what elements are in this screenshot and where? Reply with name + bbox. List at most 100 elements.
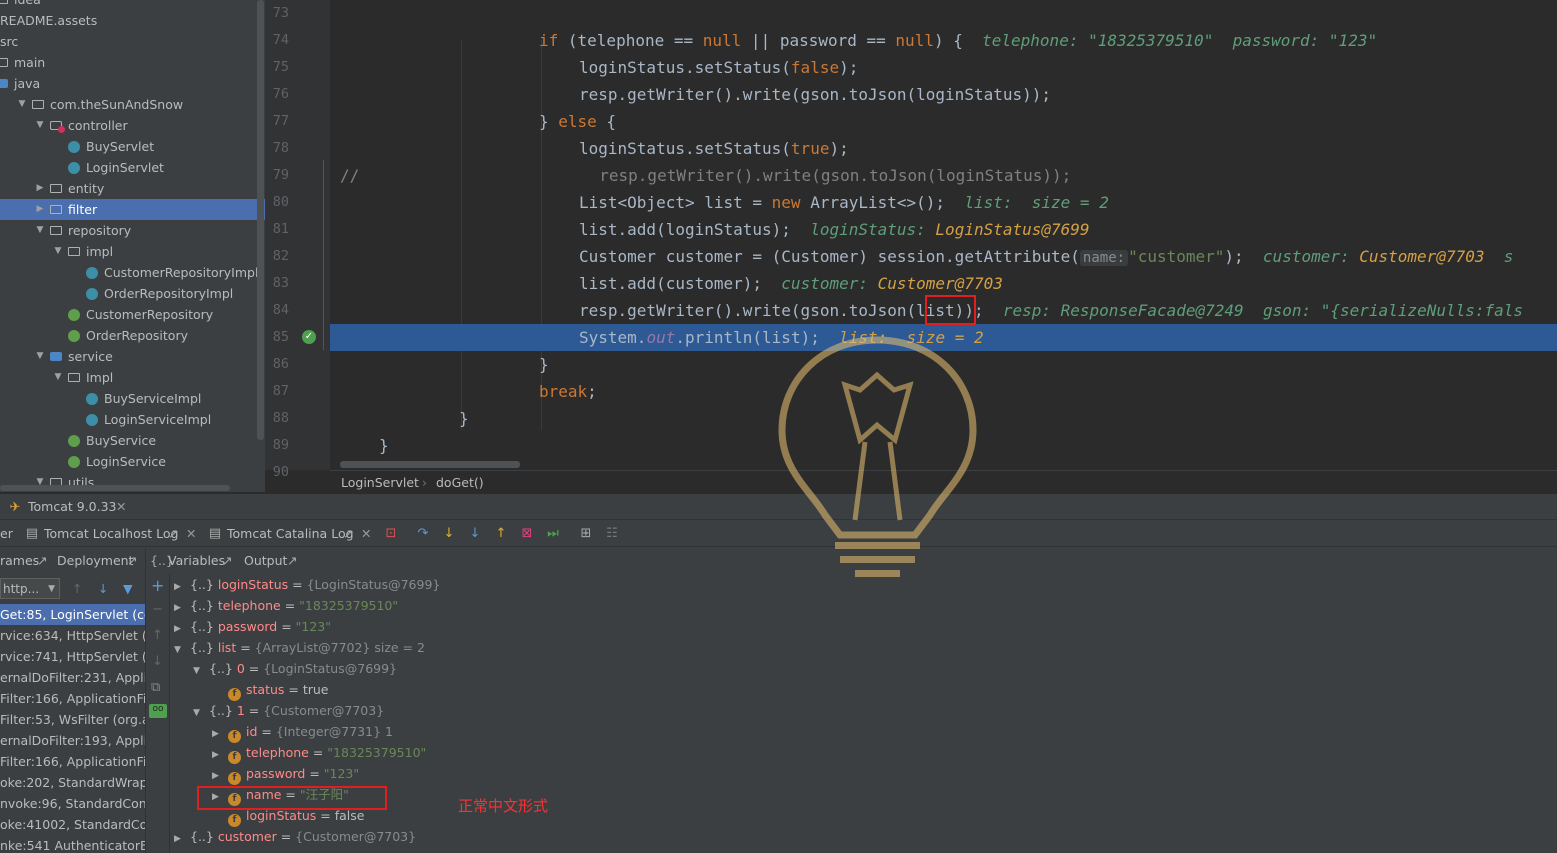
pin-icon[interactable]: ↗ xyxy=(127,548,137,574)
tree-item[interactable]: ▼ controller xyxy=(0,115,265,136)
close-tab-icon[interactable]: ✕ xyxy=(361,520,371,547)
tree-item[interactable]: LoginServlet xyxy=(0,157,265,178)
code-line-80[interactable]: List<Object> list = new ArrayList<>(); l… xyxy=(330,189,1557,216)
step-over-icon[interactable]: ↷ xyxy=(416,527,430,541)
chevron-down-icon[interactable]: ▼ xyxy=(53,367,63,388)
thread-select[interactable]: http... ▼ xyxy=(0,578,60,599)
up-arrow-icon[interactable]: ↑ xyxy=(72,576,82,602)
line-number[interactable]: 73 xyxy=(265,0,289,27)
editor-horizontal-scrollbar[interactable] xyxy=(340,461,520,468)
code-line-78[interactable]: loginStatus.setStatus(true); xyxy=(330,135,1557,162)
run-to-cursor-icon[interactable]: ⏭ xyxy=(546,527,560,541)
variable-row[interactable]: f status = true xyxy=(212,679,329,701)
variable-row[interactable]: ▼ {..} 1 = {Customer@7703} xyxy=(193,700,384,721)
tree-horizontal-scrollbar[interactable] xyxy=(0,485,230,491)
pin-tab-icon[interactable]: ↗ xyxy=(168,520,178,547)
drop-frame-icon[interactable]: ⊠ xyxy=(520,527,534,541)
pin-icon[interactable]: ↗ xyxy=(287,548,297,574)
show-execution-point-icon[interactable]: ⊡ xyxy=(384,527,398,541)
stack-frame[interactable]: Filter:166, ApplicationFilte xyxy=(0,688,145,709)
line-number[interactable]: 90 xyxy=(265,459,289,486)
variable-row[interactable]: ▶ f id = {Integer@7731} 1 xyxy=(212,721,393,743)
breakpoint-check-icon[interactable]: ✓ xyxy=(302,330,316,344)
code-line-75[interactable]: loginStatus.setStatus(false); xyxy=(330,54,1557,81)
chevron-down-icon[interactable]: ▼ xyxy=(174,640,190,661)
variable-row[interactable]: ▶ {..} customer = {Customer@7703} xyxy=(174,826,416,847)
line-number[interactable]: 86 xyxy=(265,351,289,378)
tab-catalina-log[interactable]: Tomcat Catalina Log xyxy=(227,520,354,547)
breadcrumb-class[interactable]: LoginServlet xyxy=(341,471,419,495)
variable-row[interactable]: ▼ {..} list = {ArrayList@7702} size = 2 xyxy=(174,637,425,658)
close-tab-icon[interactable]: ✕ xyxy=(186,520,196,547)
pin-icon[interactable]: ↗ xyxy=(222,548,232,574)
down-icon[interactable]: ↓ xyxy=(152,654,163,669)
code-line-74[interactable]: if (telephone == null || password == nul… xyxy=(330,27,1557,54)
close-session-icon[interactable]: ✕ xyxy=(116,494,126,520)
tree-item[interactable]: LoginServiceImpl xyxy=(0,409,265,430)
line-number[interactable]: 80 xyxy=(265,189,289,216)
chevron-down-icon[interactable]: ▼ xyxy=(193,661,209,682)
tree-item[interactable]: BuyService xyxy=(0,430,265,451)
tree-item[interactable]: README.assets xyxy=(0,10,265,31)
trace-icon[interactable]: ☷ xyxy=(605,527,619,541)
code-line-81[interactable]: list.add(loginStatus); loginStatus: Logi… xyxy=(330,216,1557,243)
tree-item[interactable]: OrderRepository xyxy=(0,325,265,346)
stack-frame[interactable]: ernalDoFilter:231, Applica xyxy=(0,667,145,688)
code-line-76[interactable]: resp.getWriter().write(gson.toJson(login… xyxy=(330,81,1557,108)
line-number[interactable]: 77 xyxy=(265,108,289,135)
line-number[interactable]: 82 xyxy=(265,243,289,270)
frames-header[interactable]: rames xyxy=(0,548,39,574)
tree-item[interactable]: CustomerRepositoryImpl xyxy=(0,262,265,283)
line-number[interactable]: 74 xyxy=(265,27,289,54)
code-line-77[interactable]: } else { xyxy=(330,108,1557,135)
chevron-down-icon[interactable]: ▼ xyxy=(35,115,45,136)
variables-header[interactable]: Variables xyxy=(168,548,225,574)
line-number[interactable]: 87 xyxy=(265,378,289,405)
tree-item[interactable]: ▼ Impl xyxy=(0,367,265,388)
tree-item[interactable]: CustomerRepository xyxy=(0,304,265,325)
step-out-icon[interactable]: ↑ xyxy=(494,527,508,541)
add-watch-icon[interactable]: + xyxy=(151,576,164,595)
code-line-83[interactable]: list.add(customer); customer: Customer@7… xyxy=(330,270,1557,297)
tab-debugger[interactable]: er xyxy=(0,520,13,547)
tree-item[interactable]: src xyxy=(0,31,265,52)
stack-frame[interactable]: oke:202, StandardWrapp xyxy=(0,772,145,793)
line-number[interactable]: 78 xyxy=(265,135,289,162)
variable-row[interactable]: ▶ {..} telephone = "18325379510" xyxy=(174,595,398,616)
stack-frame[interactable]: Get:85, LoginServlet (con xyxy=(0,604,145,625)
chevron-right-icon[interactable]: ▶ xyxy=(35,178,45,199)
line-number[interactable]: 84 xyxy=(265,297,289,324)
chevron-right-icon[interactable]: ▶ xyxy=(35,199,45,220)
tree-item[interactable]: ▶ filter xyxy=(0,199,265,220)
line-number[interactable]: 83 xyxy=(265,270,289,297)
tree-item[interactable]: BuyServlet xyxy=(0,136,265,157)
filter-icon[interactable]: ▼ xyxy=(123,576,133,602)
remove-watch-icon[interactable]: − xyxy=(152,602,163,617)
variable-row[interactable]: ▶ f password = "123" xyxy=(212,763,359,785)
tree-vertical-scrollbar[interactable] xyxy=(257,0,264,440)
tree-item[interactable]: ▼ com.theSunAndSnow xyxy=(0,94,265,115)
tab-localhost-log[interactable]: Tomcat Localhost Log xyxy=(44,520,178,547)
output-header[interactable]: Output xyxy=(244,548,287,574)
tree-item[interactable]: OrderRepositoryImpl xyxy=(0,283,265,304)
pin-icon[interactable]: ↗ xyxy=(37,548,47,574)
tree-item[interactable]: ▼ repository xyxy=(0,220,265,241)
breadcrumb-method[interactable]: doGet() xyxy=(436,471,484,495)
line-number[interactable]: 76 xyxy=(265,81,289,108)
step-into-icon[interactable]: ↓ xyxy=(442,527,456,541)
code-line-82[interactable]: Customer customer = (Customer) session.g… xyxy=(330,243,1557,270)
deployment-header[interactable]: Deployment xyxy=(57,548,133,574)
stack-frame[interactable]: nke:541 AuthenticatorBa xyxy=(0,835,145,853)
chevron-down-icon[interactable]: ▼ xyxy=(53,241,63,262)
tree-item[interactable]: ▼java xyxy=(0,73,265,94)
up-icon[interactable]: ↑ xyxy=(152,628,163,643)
chevron-down-icon[interactable]: ▼ xyxy=(17,94,27,115)
tree-item[interactable]: BuyServiceImpl xyxy=(0,388,265,409)
tree-item[interactable]: ▶ entity xyxy=(0,178,265,199)
line-number[interactable]: 81 xyxy=(265,216,289,243)
stack-frame[interactable]: rvice:741, HttpServlet (jav xyxy=(0,646,145,667)
line-number[interactable]: 89 xyxy=(265,432,289,459)
line-number[interactable]: 75 xyxy=(265,54,289,81)
stack-frame[interactable]: ernalDoFilter:193, Applica xyxy=(0,730,145,751)
line-number[interactable]: 85 xyxy=(265,324,289,351)
